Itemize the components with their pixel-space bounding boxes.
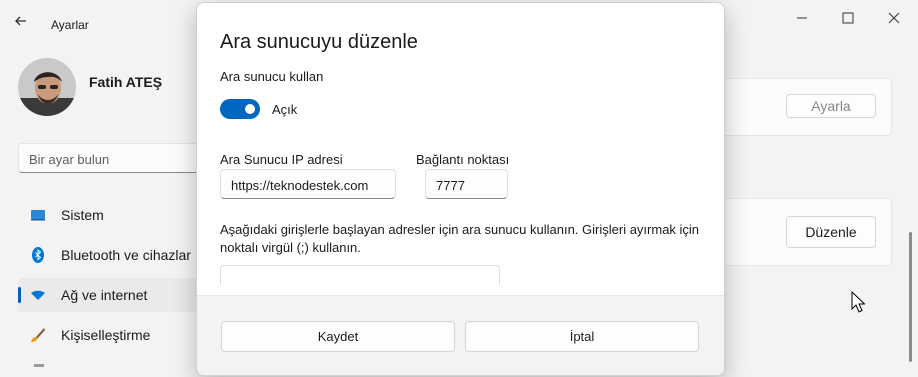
avatar[interactable] [18, 58, 76, 116]
sidebar-item-label: Bluetooth ve cihazlar [61, 247, 191, 263]
maximize-icon[interactable] [833, 8, 863, 28]
port-label: Bağlantı noktası [416, 152, 510, 167]
use-proxy-toggle[interactable] [220, 99, 260, 119]
setup-button[interactable]: Ayarla [786, 94, 876, 118]
wifi-icon [30, 287, 46, 303]
save-button[interactable]: Kaydet [221, 321, 455, 352]
active-indicator [18, 287, 21, 303]
sidebar-item-network[interactable]: Ağ ve internet [18, 278, 208, 312]
use-proxy-label: Ara sunucu kullan [220, 69, 324, 84]
mouse-cursor-icon [851, 290, 866, 318]
sidebar-item-bluetooth[interactable]: Bluetooth ve cihazlar [18, 238, 208, 272]
sidebar-item-sistem[interactable]: Sistem [18, 198, 208, 232]
ip-address-value: https://teknodestek.com [231, 178, 369, 193]
profile-name: Fatih ATEŞ [89, 74, 163, 90]
exceptions-description: Aşağıdaki girişlerle başlayan adresler i… [220, 222, 700, 255]
sidebar-item-label: Sistem [61, 207, 104, 223]
sidebar-item-label: Ağ ve internet [61, 287, 148, 303]
close-icon[interactable] [879, 8, 909, 28]
dialog-title: Ara sunucuyu düzenle [220, 31, 418, 53]
scrollbar[interactable] [909, 232, 912, 362]
sidebar-item-personalization[interactable]: Kişiselleştirme [18, 318, 208, 352]
sidebar-item-label: Kişiselleştirme [61, 327, 151, 343]
search-input[interactable]: Bir ayar bulun [18, 143, 208, 173]
minimize-icon[interactable] [787, 8, 817, 28]
brush-icon [30, 327, 46, 343]
toggle-knob [245, 104, 255, 114]
cancel-button[interactable]: İptal [465, 321, 699, 352]
dialog-footer: Kaydet İptal [197, 295, 724, 375]
edit-button[interactable]: Düzenle [786, 216, 876, 248]
next-nav-item-icon [34, 364, 44, 367]
bluetooth-icon [30, 247, 46, 263]
search-placeholder: Bir ayar bulun [29, 152, 110, 167]
app-title: Ayarlar [51, 18, 89, 32]
port-value: 7777 [436, 178, 465, 193]
port-field[interactable]: 7777 [425, 169, 508, 199]
monitor-icon [30, 207, 46, 223]
ip-address-label: Ara Sunucu IP adresi [220, 152, 343, 167]
back-arrow-icon[interactable] [14, 14, 34, 34]
edit-proxy-dialog: Ara sunucuyu düzenle Ara sunucu kullan A… [196, 2, 725, 376]
ip-address-field[interactable]: https://teknodestek.com [220, 169, 396, 199]
exceptions-field[interactable] [220, 265, 500, 285]
toggle-state-label: Açık [272, 102, 298, 117]
